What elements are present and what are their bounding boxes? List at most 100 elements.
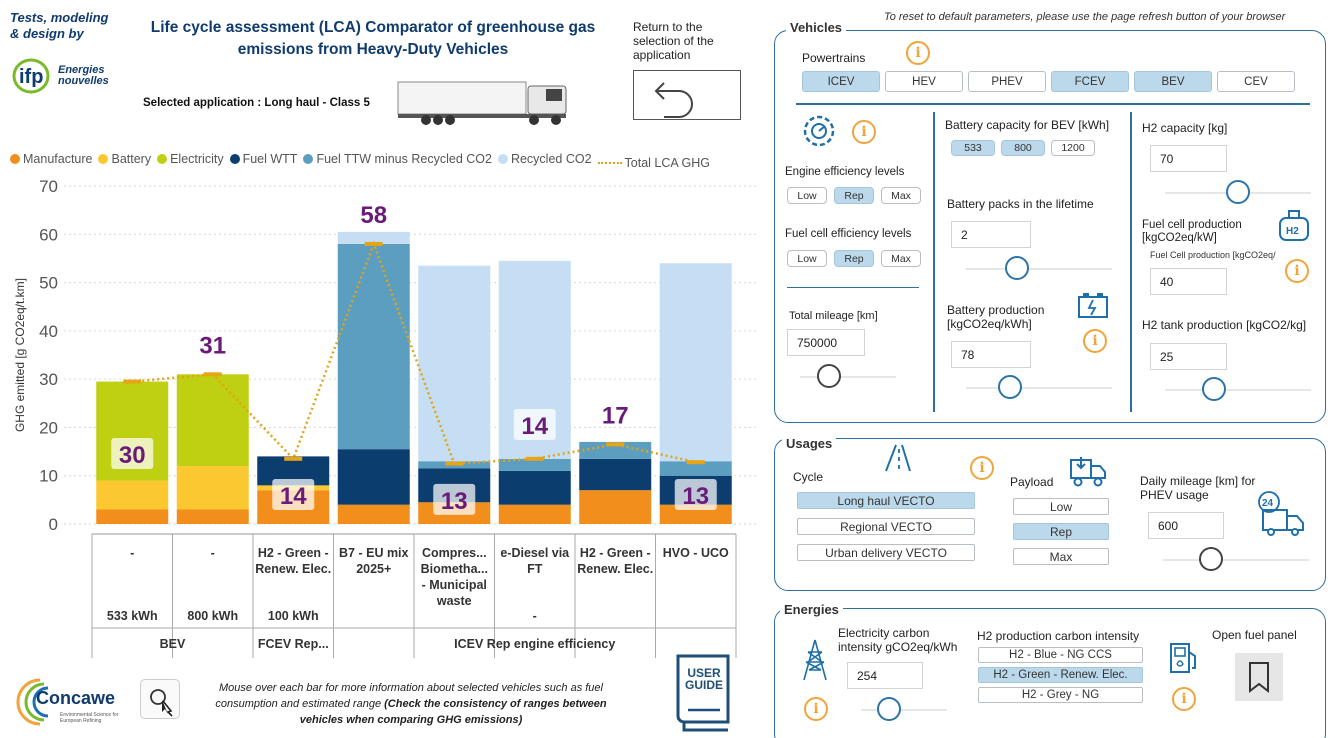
battery-capacity-533[interactable]: 533: [951, 140, 995, 156]
user-guide-book-icon: [676, 654, 730, 732]
y-tick-label: 0: [49, 515, 58, 534]
fuel-cell-info-icon[interactable]: i: [1285, 259, 1309, 283]
payload-low[interactable]: Low: [1013, 498, 1109, 515]
user-guide-button[interactable]: USER GUIDE: [670, 652, 738, 734]
powertrain-fcev[interactable]: FCEV: [1051, 71, 1129, 92]
left-divider: [787, 287, 919, 288]
y-tick-label: 40: [39, 322, 58, 341]
open-fuel-label: Open fuel panel: [1212, 628, 1297, 642]
fuel-cell-production-sub: Fuel Cell production [kgCO2eq/: [1150, 250, 1276, 260]
svg-text:H2: H2: [1286, 226, 1299, 237]
h2-capacity-input[interactable]: 70: [1150, 145, 1227, 172]
legend-swatch: [303, 154, 314, 164]
energies-info-icon-1[interactable]: i: [804, 697, 828, 721]
payload-rep[interactable]: Rep: [1013, 523, 1109, 540]
powertrain-hev[interactable]: HEV: [885, 71, 963, 92]
daily-mileage-knob[interactable]: [1199, 547, 1223, 571]
battery-capacity-1200[interactable]: 1200: [1051, 140, 1095, 156]
cycle-urban-delivery-vecto[interactable]: Urban delivery VECTO: [797, 544, 975, 561]
ifp-logo-text: Energies nouvelles: [58, 64, 109, 87]
cycle-regional-vecto[interactable]: Regional VECTO: [797, 518, 975, 535]
battery-packs-track[interactable]: [966, 268, 1112, 270]
elec-intensity-track[interactable]: [861, 709, 947, 711]
legend-item-battery[interactable]: Battery: [98, 152, 151, 166]
total-mileage-input[interactable]: 750000: [787, 329, 865, 356]
battery-info-icon[interactable]: i: [1083, 329, 1107, 353]
legend-label: Recycled CO2: [510, 152, 592, 166]
fuelcell-level-rep[interactable]: Rep: [834, 250, 874, 267]
engine-level-low[interactable]: Low: [787, 187, 827, 204]
engine-level-max[interactable]: Max: [881, 187, 921, 204]
bar-segment-battery: [96, 480, 169, 510]
legend-swatch: [98, 154, 109, 164]
total-mileage-knob[interactable]: [817, 364, 841, 388]
data-label: 31: [199, 332, 226, 359]
battery-capacity-800[interactable]: 800: [1001, 140, 1045, 156]
bar-segment-fuel-wtt: [498, 470, 571, 505]
legend-item-recycled-co2[interactable]: Recycled CO2: [497, 152, 592, 166]
battery-capacity-label: Battery capacity for BEV [kWh]: [945, 118, 1110, 132]
group-label: FCEV Rep...: [258, 637, 329, 651]
return-button[interactable]: [633, 70, 741, 120]
legend-item-fuel-wtt[interactable]: Fuel WTT: [229, 152, 297, 166]
y-tick-label: 10: [39, 467, 58, 486]
h2-tank-input[interactable]: 25: [1150, 343, 1227, 370]
usages-info-icon[interactable]: i: [970, 456, 994, 480]
engine-level-rep[interactable]: Rep: [834, 187, 874, 204]
battery-packs-input[interactable]: 2: [951, 221, 1031, 248]
daily-mileage-track[interactable]: [1163, 559, 1309, 561]
battery-packs-label: Battery packs in the lifetime: [947, 197, 1094, 211]
legend-label: Total LCA GHG: [624, 156, 710, 170]
daily-mileage-input[interactable]: 600: [1148, 512, 1224, 539]
legend-item-manufacture[interactable]: Manufacture: [10, 152, 92, 166]
total-mileage-label: Total mileage [km]: [789, 310, 878, 322]
hint-text: Mouse over each bar for more information…: [195, 680, 627, 728]
powertrain-phev[interactable]: PHEV: [968, 71, 1046, 92]
battery-packs-knob[interactable]: [1005, 256, 1029, 280]
bar-segment-recycled-co2: [418, 265, 491, 462]
h2-capacity-knob[interactable]: [1226, 180, 1250, 204]
fuel-cell-production-input[interactable]: 40: [1150, 268, 1227, 295]
battery-production-knob[interactable]: [998, 375, 1022, 399]
open-fuel-button[interactable]: [1235, 653, 1283, 701]
category-label: -: [211, 546, 215, 560]
engine-info-icon[interactable]: i: [852, 120, 876, 144]
daily-mileage-label: Daily mileage [km] for PHEV usage: [1140, 474, 1256, 502]
powertrain-bev[interactable]: BEV: [1134, 71, 1212, 92]
powertrains-info-icon[interactable]: i: [906, 41, 930, 65]
total-mileage-track[interactable]: [800, 376, 896, 378]
legend-item-electricity[interactable]: Electricity: [157, 152, 224, 166]
user-guide-label: USER GUIDE: [684, 666, 723, 692]
fuelcell-level-max[interactable]: Max: [881, 250, 921, 267]
payload-max[interactable]: Max: [1013, 548, 1109, 565]
y-tick-label: 30: [39, 370, 58, 389]
legend-item-total-lca-ghg[interactable]: Total LCA GHG: [597, 156, 710, 170]
h2-tank-track[interactable]: [1165, 389, 1311, 391]
energies-info-icon-2[interactable]: i: [1172, 687, 1196, 711]
h2-option-h2-grey-ng[interactable]: H2 - Grey - NG: [978, 687, 1143, 703]
energies-title: Energies: [780, 602, 843, 617]
truck-image: [396, 76, 576, 131]
h2-tank-knob[interactable]: [1202, 377, 1226, 401]
powertrain-icev[interactable]: ICEV: [802, 71, 880, 92]
fuelcell-level-low[interactable]: Low: [787, 250, 827, 267]
group-label: BEV: [160, 637, 186, 651]
powertrain-cev[interactable]: CEV: [1217, 71, 1295, 92]
data-label: 14: [280, 483, 307, 510]
legend-item-fuel-ttw-minus-recycled-co2[interactable]: Fuel TTW minus Recycled CO2: [303, 152, 492, 166]
h2-option-h2-green-renew-elec-[interactable]: H2 - Green - Renew. Elec.: [978, 667, 1143, 683]
concawe-text: Concawe: [36, 688, 116, 708]
battery-production-track[interactable]: [966, 387, 1112, 389]
payload-truck-icon: [1068, 454, 1108, 495]
category-level2-label: 100 kWh: [268, 609, 319, 623]
inspect-button[interactable]: [140, 679, 180, 719]
elec-intensity-input[interactable]: 254: [847, 662, 923, 689]
category-label: FT: [527, 562, 543, 576]
legend-line-swatch: [597, 162, 622, 164]
cycle-long-haul-vecto[interactable]: Long haul VECTO: [797, 492, 975, 509]
h2-option-h2-blue-ng-ccs[interactable]: H2 - Blue - NG CCS: [978, 647, 1143, 663]
battery-production-input[interactable]: 78: [951, 341, 1031, 368]
elec-intensity-knob[interactable]: [877, 697, 901, 721]
total-lca-marker: [364, 241, 383, 246]
category-label: Biometha...: [421, 562, 488, 576]
